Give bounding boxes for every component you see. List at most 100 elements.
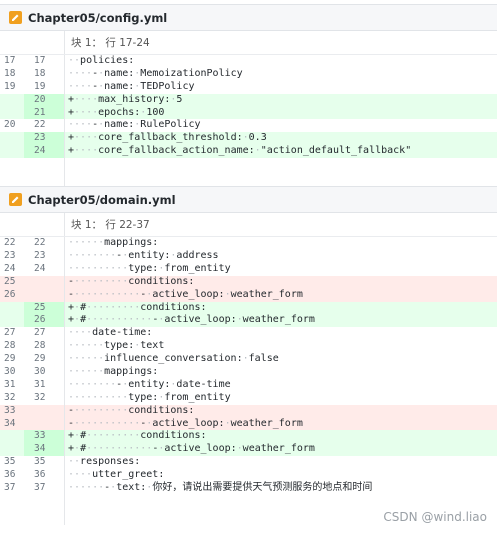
old-line-number: 18 xyxy=(4,67,16,79)
diff-line-add: 23 +····core_fallback_threshold:·0.3 xyxy=(0,132,497,146)
old-line-number: 36 xyxy=(4,469,16,481)
old-line-number: 17 xyxy=(4,55,16,66)
new-line-number: 27 xyxy=(24,327,65,341)
code-text: +····epochs:·100 xyxy=(68,106,165,118)
edit-file-icon xyxy=(9,11,22,24)
file-header[interactable]: Chapter05/domain.yml xyxy=(0,186,497,214)
new-line-number: 26 xyxy=(24,314,65,328)
old-line-number: 25 xyxy=(4,275,16,287)
code-text: ····date-time: xyxy=(68,327,153,339)
new-line-number: 22 xyxy=(24,237,65,251)
code-text: ··responses: xyxy=(68,456,141,468)
new-line-number: 37 xyxy=(24,482,65,495)
diff-body: 22 22 ······mappings: 23 23 ········-·entity:… xyxy=(0,237,497,495)
old-line-number: 24 xyxy=(4,262,16,274)
new-line-number: 36 xyxy=(24,469,65,483)
code-text: -···········-·active_loop:·weather_form xyxy=(68,417,303,429)
new-line-number: 19 xyxy=(24,80,65,94)
code-text: ··········type:·from_entity xyxy=(68,391,231,403)
new-line-number: 35 xyxy=(24,456,65,470)
diff-line-ctx: 32 32 ··········type:·from_entity xyxy=(0,391,497,405)
code-text: +·#·········conditions: xyxy=(68,430,207,442)
new-line-number: 28 xyxy=(24,340,65,354)
new-line-number: 24 xyxy=(24,145,65,159)
diff-line-ctx: 20 22 ····-·name:·RulePolicy xyxy=(0,119,497,133)
chunk-range: 块 1： 行 17-24 xyxy=(71,37,150,49)
code-text: -·········conditions: xyxy=(68,404,195,416)
edit-file-icon xyxy=(9,193,22,207)
new-line-number: 17 xyxy=(24,55,65,68)
new-line-number: 20 xyxy=(24,93,65,107)
new-line-number: 23 xyxy=(24,250,65,263)
new-line-number xyxy=(24,404,65,418)
code-text: ··policies: xyxy=(68,55,135,66)
code-text: ····-·name:·TEDPolicy xyxy=(68,80,195,92)
new-line-number: 34 xyxy=(24,443,65,457)
diff-line-ctx: 23 23 ········-·entity:·address xyxy=(0,250,497,263)
file-diff-config: Chapter05/config.yml 块 1： 行 17-24 17 17 ··… xyxy=(0,4,497,187)
new-line-number: 23 xyxy=(24,132,65,146)
code-text: ······influence_conversation:·false xyxy=(68,353,279,365)
code-text: ····-·name:·MemoizationPolicy xyxy=(68,67,243,79)
new-line-number: 33 xyxy=(24,430,65,444)
old-line-number: 37 xyxy=(4,482,16,494)
diff-body: 17 17 ··policies: 18 18 ····-·name:·Memoizati… xyxy=(0,55,497,159)
diff-line-add: 34 +·#···········-·active_loop:·weather_f… xyxy=(0,443,497,457)
chunk-header: 块 1： 行 22-37 xyxy=(0,213,497,238)
file-header[interactable]: Chapter05/config.yml xyxy=(0,4,497,31)
new-line-number: 22 xyxy=(24,119,65,133)
new-line-number: 21 xyxy=(24,106,65,120)
diff-line-ctx: 28 28 ······type:·text xyxy=(0,340,497,354)
old-line-number: 32 xyxy=(4,391,16,403)
code-text: ······mappings: xyxy=(68,237,159,249)
file-name[interactable]: Chapter05/config.yml xyxy=(28,11,167,25)
diff-line-add: 20 +····max_history:·5 xyxy=(0,93,497,107)
diff-line-del: 34 -···········-·active_loop:·weather_for… xyxy=(0,417,497,431)
old-line-number: 35 xyxy=(4,456,16,468)
chunk-header: 块 1： 行 17-24 xyxy=(0,31,497,55)
code-text: ··········type:·from_entity xyxy=(68,262,231,274)
code-text: +·#···········-·active_loop:·weather_for… xyxy=(68,314,315,326)
old-line-number: 20 xyxy=(4,119,16,131)
new-line-number xyxy=(24,417,65,431)
diff-line-add: 26 +·#···········-·active_loop:·weather_f… xyxy=(0,314,497,328)
new-line-number: 25 xyxy=(24,301,65,315)
diff-line-ctx: 18 18 ····-·name:·MemoizationPolicy xyxy=(0,67,497,81)
file-name[interactable]: Chapter05/domain.yml xyxy=(28,193,176,207)
diff-line-ctx: 31 31 ········-·entity:·date-time xyxy=(0,378,497,392)
diff-view: Chapter05/config.yml 块 1： 行 17-24 17 17 ··… xyxy=(0,4,497,525)
new-line-number: 32 xyxy=(24,391,65,405)
old-line-number: 33 xyxy=(4,404,16,416)
diff-line-ctx: 37 37 ······-·text:·你好，请说出需要提供天气预测服务的地点和时间 xyxy=(0,482,497,495)
new-line-number: 30 xyxy=(24,366,65,379)
diff-line-ctx: 22 22 ······mappings: xyxy=(0,237,497,251)
code-text: +·#·········conditions: xyxy=(68,301,207,313)
code-text: +····max_history:·5 xyxy=(68,93,183,105)
diff-line-ctx: 29 29 ······influence_conversation:·false xyxy=(0,353,497,367)
code-text: ········-·entity:·address xyxy=(68,250,219,262)
diff-line-add: 24 +····core_fallback_action_name:·"actio… xyxy=(0,145,497,159)
code-text: ······mappings: xyxy=(68,366,159,378)
code-text: ········-·entity:·date-time xyxy=(68,378,231,390)
old-line-number: 23 xyxy=(4,250,16,262)
diff-line-ctx: 30 30 ······mappings: xyxy=(0,366,497,379)
diff-line-add: 33 +·#·········conditions: xyxy=(0,430,497,444)
new-line-number: 31 xyxy=(24,378,65,392)
file-diff-domain: Chapter05/domain.yml 块 1： 行 22-37 22 22 ··… xyxy=(0,186,497,525)
old-line-number: 30 xyxy=(4,366,16,378)
code-text: -···········-·active_loop:·weather_form xyxy=(68,288,303,300)
diff-line-add: 21 +····epochs:·100 xyxy=(0,106,497,120)
diff-line-ctx: 27 27 ····date-time: xyxy=(0,327,497,341)
code-text: ····-·name:·RulePolicy xyxy=(68,119,201,131)
new-line-number: 29 xyxy=(24,353,65,367)
code-text: -·········conditions: xyxy=(68,275,195,287)
diff-line-add: 25 +·#·········conditions: xyxy=(0,301,497,315)
old-line-number: 22 xyxy=(4,237,16,249)
code-text: ······-·text:·你好，请说出需要提供天气预测服务的地点和时间 xyxy=(68,482,373,494)
old-line-number: 29 xyxy=(4,353,16,365)
code-text: ······type:·text xyxy=(68,340,165,352)
old-line-number: 31 xyxy=(4,378,16,390)
diff-line-ctx: 36 36 ····utter_greet: xyxy=(0,469,497,483)
new-line-number xyxy=(24,275,65,289)
diff-line-del: 25 -·········conditions: xyxy=(0,275,497,289)
